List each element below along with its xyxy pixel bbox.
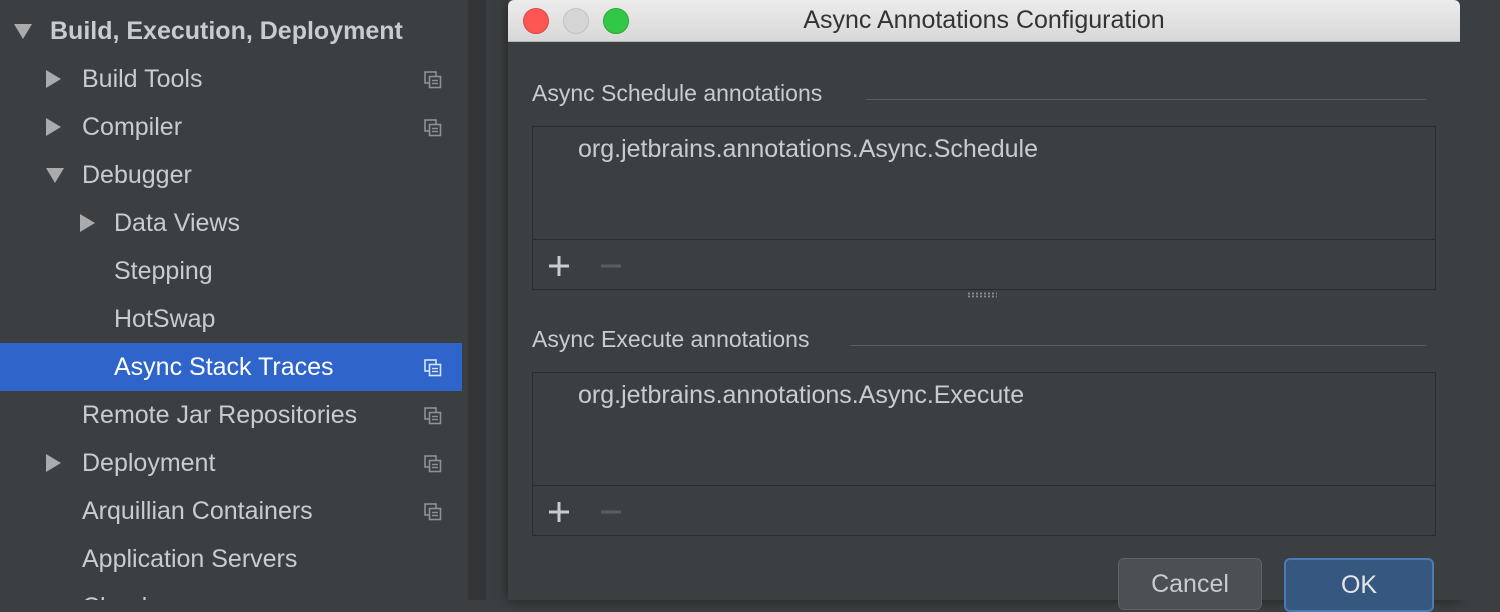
- dialog-titlebar: Async Annotations Configuration: [508, 0, 1460, 42]
- tree-item-stepping[interactable]: Stepping: [0, 247, 462, 295]
- tree-item-data-views[interactable]: Data Views: [0, 199, 462, 247]
- list-item[interactable]: org.jetbrains.annotations.Async.Schedule: [578, 135, 1038, 164]
- tree-item-label: Arquillian Containers: [82, 497, 313, 525]
- project-level-settings-icon: [424, 407, 442, 425]
- tree-item-label: Deployment: [82, 449, 216, 477]
- tree-item-compiler[interactable]: Compiler: [0, 103, 462, 151]
- background-window-edge: [1460, 0, 1500, 600]
- tree-item-label: Application Servers: [82, 545, 298, 573]
- tree-item-label: Stepping: [114, 257, 213, 285]
- project-level-settings-icon: [424, 359, 442, 377]
- execute-list-toolbar: [533, 485, 1435, 536]
- execute-section-title: Async Execute annotations: [532, 326, 810, 352]
- tree-item-build-tools[interactable]: Build Tools: [0, 55, 462, 103]
- tree-item-arquillian-containers[interactable]: Arquillian Containers: [0, 487, 462, 535]
- tree-item-debugger[interactable]: Debugger: [0, 151, 462, 199]
- project-level-settings-icon: [424, 455, 442, 473]
- tree-item-label: Build, Execution, Deployment: [50, 17, 403, 45]
- tree-item-build-execution-deployment[interactable]: Build, Execution, Deployment: [0, 7, 462, 55]
- tree-item-application-servers[interactable]: Application Servers: [0, 535, 462, 583]
- async-annotations-dialog: Async Annotations Configuration Async Sc…: [508, 0, 1460, 612]
- tree-item-label: Compiler: [82, 113, 183, 141]
- tree-item-hotswap[interactable]: HotSwap: [0, 295, 462, 343]
- ok-button[interactable]: OK: [1284, 558, 1434, 612]
- tree-item-clouds[interactable]: Clouds: [0, 583, 462, 600]
- schedule-section-title: Async Schedule annotations: [532, 80, 823, 106]
- remove-schedule-annotation-button[interactable]: [599, 254, 623, 278]
- panel-splitter[interactable]: [468, 0, 486, 600]
- expanded-arrow-icon[interactable]: [14, 24, 32, 39]
- dialog-title: Async Annotations Configuration: [803, 6, 1165, 34]
- execute-section-separator: [850, 345, 1426, 346]
- settings-content-edge: [486, 0, 508, 600]
- collapsed-arrow-icon[interactable]: [46, 454, 61, 472]
- project-level-settings-icon: [424, 71, 442, 89]
- tree-item-label: Remote Jar Repositories: [82, 401, 358, 429]
- add-schedule-annotation-button[interactable]: [547, 254, 571, 278]
- execute-annotations-list[interactable]: org.jetbrains.annotations.Async.Execute: [532, 372, 1436, 536]
- add-execute-annotation-button[interactable]: [547, 500, 571, 524]
- cancel-button[interactable]: Cancel: [1118, 558, 1262, 610]
- project-level-settings-icon: [424, 503, 442, 521]
- tree-item-label: HotSwap: [114, 305, 216, 333]
- project-level-settings-icon: [424, 119, 442, 137]
- settings-tree: Build, Execution, Deployment Build Tools C…: [0, 0, 468, 600]
- tree-item-remote-jar-repositories[interactable]: Remote Jar Repositories: [0, 391, 462, 439]
- schedule-list-toolbar: [533, 239, 1435, 290]
- collapsed-arrow-icon[interactable]: [46, 118, 61, 136]
- collapsed-arrow-icon[interactable]: [80, 214, 95, 232]
- tree-item-label: Debugger: [82, 161, 192, 189]
- collapsed-arrow-icon[interactable]: [46, 70, 61, 88]
- tree-item-deployment[interactable]: Deployment: [0, 439, 462, 487]
- tree-item-label: Clouds: [82, 593, 160, 600]
- tree-item-label: Async Stack Traces: [114, 353, 334, 381]
- list-item[interactable]: org.jetbrains.annotations.Async.Execute: [578, 381, 1024, 410]
- tree-item-label: Data Views: [114, 209, 240, 237]
- tree-item-label: Build Tools: [82, 65, 203, 93]
- schedule-annotations-list[interactable]: org.jetbrains.annotations.Async.Schedule: [532, 126, 1436, 290]
- schedule-section-separator: [866, 99, 1426, 100]
- remove-execute-annotation-button[interactable]: [599, 500, 623, 524]
- tree-item-async-stack-traces[interactable]: Async Stack Traces: [0, 343, 462, 391]
- section-resize-grip[interactable]: [967, 292, 997, 298]
- expanded-arrow-icon[interactable]: [46, 168, 64, 183]
